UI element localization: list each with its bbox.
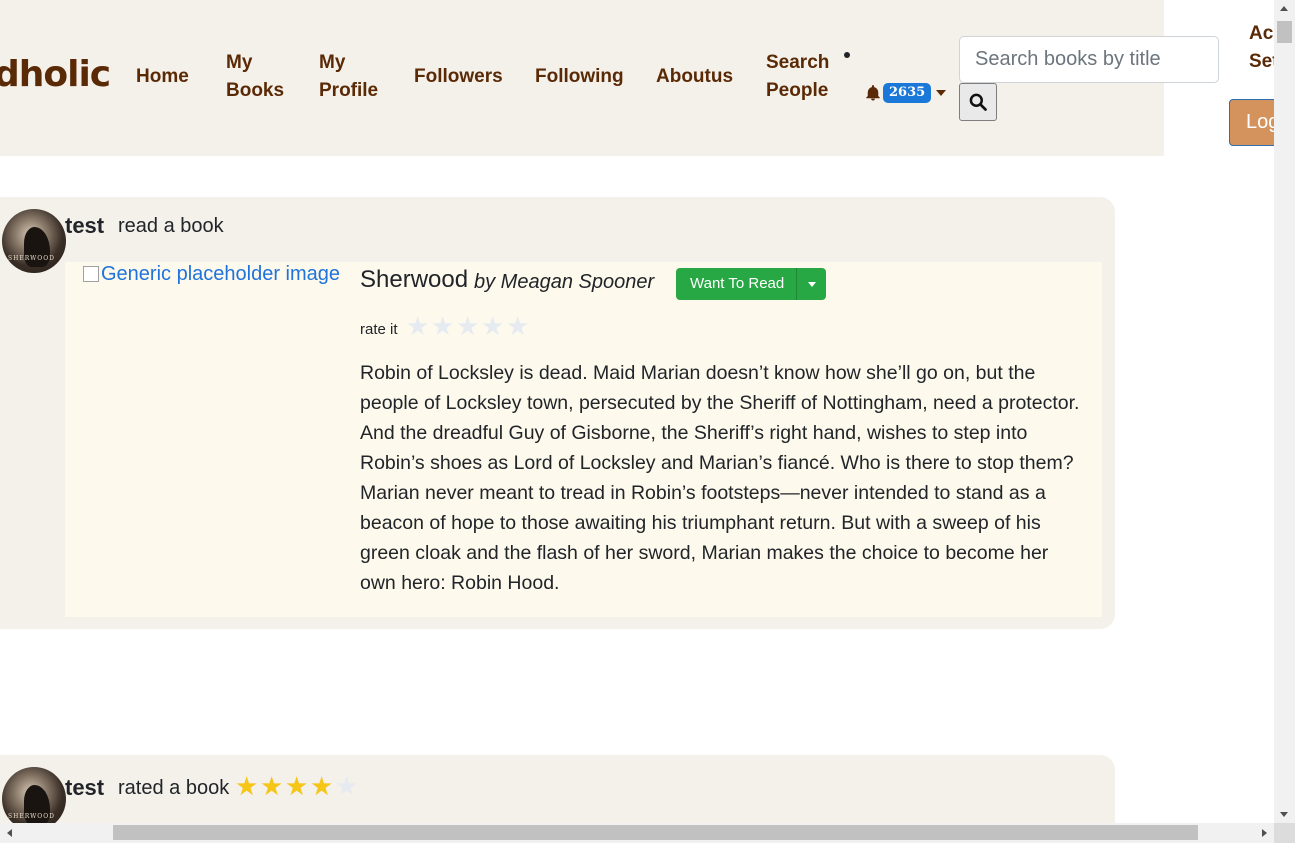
scroll-left-icon[interactable]	[7, 829, 12, 837]
nav-search-people[interactable]: Search People	[766, 49, 846, 105]
scroll-right-icon[interactable]	[1262, 829, 1267, 837]
want-to-read-button-group: Want To Read	[676, 268, 826, 300]
book-title[interactable]: Sherwood	[360, 266, 468, 294]
scrollbar-thumb[interactable]	[113, 825, 1198, 840]
book-cover-image[interactable]: Generic placeholder image	[83, 263, 340, 286]
star-icon: ★	[285, 771, 309, 801]
brand-logo[interactable]: dholic	[0, 54, 111, 95]
scroll-down-icon[interactable]	[1280, 812, 1288, 817]
star-icon[interactable]: ★	[481, 313, 506, 339]
nav-dot	[844, 52, 850, 58]
broken-image-icon	[83, 266, 99, 282]
nav-my-books[interactable]: My Books	[226, 49, 306, 105]
avatar[interactable]: SHERWOOD	[2, 209, 66, 273]
feed-username[interactable]: test	[65, 775, 104, 801]
book-author[interactable]: by Meagan Spooner	[474, 271, 654, 294]
scrollbar-corner	[1274, 823, 1295, 843]
nav-followers[interactable]: Followers	[414, 63, 503, 91]
book-description: Robin of Locksley is dead. Maid Marian d…	[360, 362, 1080, 594]
star-icon: ★	[335, 771, 359, 801]
nav-home[interactable]: Home	[136, 63, 189, 91]
feed-action-text: read a book	[118, 215, 224, 237]
star-icon[interactable]: ★	[406, 313, 431, 339]
vertical-scrollbar[interactable]	[1274, 0, 1295, 823]
rating-display: ★ ★ ★ ★ ★	[235, 773, 360, 799]
caret-down-icon	[807, 281, 816, 287]
chevron-down-icon	[936, 90, 947, 96]
feed-username[interactable]: test	[65, 213, 104, 239]
star-icon[interactable]: ★	[506, 313, 531, 339]
rate-it-label: rate it	[360, 321, 398, 338]
book-cover-alt-text: Generic placeholder image	[101, 263, 341, 285]
star-icon: ★	[310, 771, 334, 801]
shelf-dropdown-toggle[interactable]	[797, 268, 826, 300]
horizontal-scrollbar[interactable]	[0, 823, 1295, 843]
nav-my-profile[interactable]: My Profile	[319, 49, 399, 105]
nav-aboutus[interactable]: Aboutus	[656, 63, 733, 91]
star-icon[interactable]: ★	[431, 313, 456, 339]
nav-following[interactable]: Following	[535, 63, 624, 91]
search-button[interactable]	[959, 83, 997, 121]
search-icon	[969, 93, 987, 111]
feed-action-text: rated a book	[118, 777, 230, 799]
notifications-dropdown[interactable]: 2635	[864, 82, 947, 104]
scrollbar-thumb[interactable]	[1277, 21, 1292, 43]
want-to-read-button[interactable]: Want To Read	[676, 268, 796, 300]
rating-input: ★ ★ ★ ★ ★	[406, 313, 531, 339]
star-icon: ★	[235, 771, 259, 801]
bell-icon	[866, 85, 880, 101]
search-books-input[interactable]	[959, 36, 1219, 83]
star-icon: ★	[260, 771, 284, 801]
scroll-up-icon[interactable]	[1280, 6, 1288, 11]
notification-count-badge: 2635	[883, 83, 932, 103]
avatar[interactable]: SHERWOOD	[2, 767, 66, 831]
star-icon[interactable]: ★	[456, 313, 481, 339]
